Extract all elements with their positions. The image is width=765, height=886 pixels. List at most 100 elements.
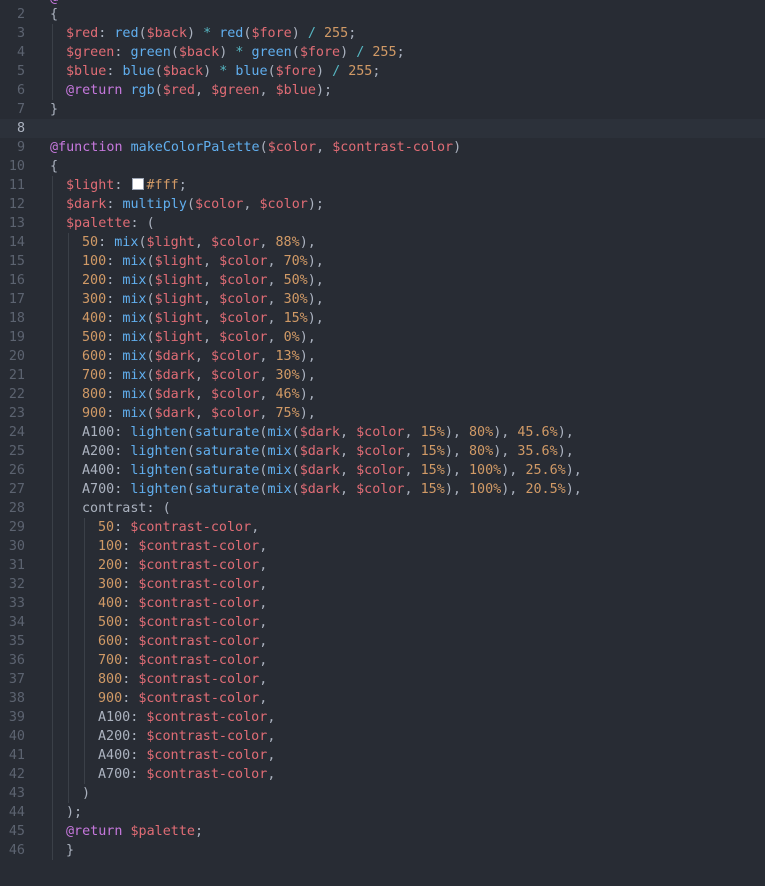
code-text[interactable]: @return rgb($red, $green, $blue); [66, 81, 332, 100]
code-line[interactable]: 37 800: $contrast-color, [0, 670, 765, 689]
code-token: 400 [82, 311, 107, 326]
code-line[interactable]: 28 contrast: ( [0, 499, 765, 518]
code-line[interactable]: 2{ [0, 5, 765, 24]
line-number: 33 [8, 596, 25, 611]
code-text[interactable]: 50: mix($light, $color, 88%), [82, 233, 316, 252]
code-text[interactable]: 500: mix($light, $color, 0%), [82, 328, 316, 347]
code-text[interactable]: @return $palette; [66, 822, 203, 841]
code-line[interactable]: 6 @return rgb($red, $green, $blue); [0, 81, 765, 100]
code-text[interactable]: A200: $contrast-color, [98, 727, 275, 746]
code-text[interactable]: $blue: blue($back) * blue($fore) / 255; [66, 62, 380, 81]
code-text[interactable]: ); [66, 803, 82, 822]
code-line[interactable]: 20 600: mix($dark, $color, 13%), [0, 347, 765, 366]
code-text[interactable]: 50: $contrast-color, [98, 518, 259, 537]
code-text[interactable]: 800: $contrast-color, [98, 670, 267, 689]
code-line[interactable]: 33 400: $contrast-color, [0, 594, 765, 613]
code-text[interactable]: 700: $contrast-color, [98, 651, 267, 670]
code-text[interactable]: @function makeColorPalette($color, $cont… [50, 138, 461, 157]
code-text[interactable]: A100: $contrast-color, [98, 708, 275, 727]
code-line[interactable]: 9 @function makeColorPalette($color, $con… [0, 138, 765, 157]
code-text[interactable]: 300: $contrast-color, [98, 575, 267, 594]
code-line[interactable]: 34 500: $contrast-color, [0, 613, 765, 632]
code-text[interactable]: 300: mix($light, $color, 30%), [82, 290, 324, 309]
code-text[interactable]: 600: $contrast-color, [98, 632, 267, 651]
code-line[interactable]: 26 A400: lighten(saturate(mix($dark, $col… [0, 461, 765, 480]
code-line[interactable]: 3 $red: red($back) * red($fore) / 255; [0, 24, 765, 43]
code-line[interactable]: 43) [0, 784, 765, 803]
code-line[interactable]: 8 [0, 119, 765, 138]
code-line[interactable]: 11 $light: #fff; [0, 176, 765, 195]
code-text[interactable]: { [50, 5, 58, 24]
code-text[interactable]: { [50, 157, 58, 176]
code-token: $color [211, 387, 260, 402]
code-line[interactable]: 27 A700: lighten(saturate(mix($dark, $col… [0, 480, 765, 499]
code-token: $contrast-color [146, 767, 268, 782]
code-line[interactable]: 44); [0, 803, 765, 822]
code-line[interactable]: 39 A100: $contrast-color, [0, 708, 765, 727]
code-line[interactable]: 10 { [0, 157, 765, 176]
code-lines[interactable]: 2{3 $red: red($back) * red($fore) / 255; 4… [0, 5, 765, 860]
code-line[interactable]: 7} [0, 100, 765, 119]
code-line[interactable]: 46} [0, 841, 765, 860]
code-line[interactable]: 30 100: $contrast-color, [0, 537, 765, 556]
code-line[interactable]: 35 600: $contrast-color, [0, 632, 765, 651]
code-line[interactable]: 36 700: $contrast-color, [0, 651, 765, 670]
code-line[interactable]: 25 A200: lighten(saturate(mix($dark, $col… [0, 442, 765, 461]
code-text[interactable]: 200: $contrast-color, [98, 556, 267, 575]
code-editor[interactable]: @ 2{3$red: red($back) * red($fore) / 255… [0, 0, 765, 886]
code-text[interactable]: } [50, 100, 58, 119]
code-line[interactable]: 45 @return $palette; [0, 822, 765, 841]
color-swatch-icon[interactable] [131, 178, 144, 190]
code-line[interactable]: 19 500: mix($light, $color, 0%), [0, 328, 765, 347]
code-line[interactable]: 12 $dark: multiply($color, $color); [0, 195, 765, 214]
code-text[interactable]: A100: lighten(saturate(mix($dark, $color… [82, 423, 574, 442]
code-line[interactable]: 13 $palette: ( [0, 214, 765, 233]
code-line[interactable]: 17 300: mix($light, $color, 30%), [0, 290, 765, 309]
code-text[interactable]: 200: mix($light, $color, 50%), [82, 271, 324, 290]
code-text[interactable]: contrast: ( [82, 499, 171, 518]
code-line[interactable]: 21 700: mix($dark, $color, 30%), [0, 366, 765, 385]
code-line[interactable]: 29 50: $contrast-color, [0, 518, 765, 537]
code-line[interactable]: 15 100: mix($light, $color, 70%), [0, 252, 765, 271]
code-line[interactable]: 41 A400: $contrast-color, [0, 746, 765, 765]
code-line[interactable]: 24 A100: lighten(saturate(mix($dark, $col… [0, 423, 765, 442]
code-line[interactable]: 40 A200: $contrast-color, [0, 727, 765, 746]
code-text[interactable]: } [66, 841, 74, 860]
code-token: ( [170, 45, 179, 60]
code-line[interactable]: 31 200: $contrast-color, [0, 556, 765, 575]
code-token: 700 [98, 653, 123, 668]
code-text[interactable]: $red: red($back) * red($fore) / 255; [66, 24, 356, 43]
code-text[interactable]: 400: $contrast-color, [98, 594, 267, 613]
code-text[interactable]: 800: mix($dark, $color, 46%), [82, 385, 316, 404]
code-text[interactable]: A700: lighten(saturate(mix($dark, $color… [82, 480, 582, 499]
code-text[interactable]: 600: mix($dark, $color, 13%), [82, 347, 316, 366]
code-line[interactable]: 32 300: $contrast-color, [0, 575, 765, 594]
code-line[interactable]: 18 400: mix($light, $color, 15%), [0, 309, 765, 328]
code-text[interactable]: 500: $contrast-color, [98, 613, 267, 632]
code-line[interactable]: 38 900: $contrast-color, [0, 689, 765, 708]
code-line[interactable]: 16 200: mix($light, $color, 50%), [0, 271, 765, 290]
indent-guide [68, 385, 69, 404]
code-token: 45.6% [517, 425, 558, 440]
code-line[interactable]: 5 $blue: blue($back) * blue($fore) / 255; [0, 62, 765, 81]
code-text[interactable]: $dark: multiply($color, $color); [66, 195, 324, 214]
code-text[interactable]: $green: green($back) * green($fore) / 25… [66, 43, 405, 62]
code-line[interactable]: 22 800: mix($dark, $color, 46%), [0, 385, 765, 404]
code-text[interactable]: A200: lighten(saturate(mix($dark, $color… [82, 442, 574, 461]
code-text[interactable]: 400: mix($light, $color, 15%), [82, 309, 324, 328]
code-text[interactable]: ) [82, 784, 90, 803]
code-text[interactable]: 100: $contrast-color, [98, 537, 267, 556]
code-line[interactable]: 42 A700: $contrast-color, [0, 765, 765, 784]
code-text[interactable]: 700: mix($dark, $color, 30%), [82, 366, 316, 385]
code-text[interactable]: 900: mix($dark, $color, 75%), [82, 404, 316, 423]
code-line[interactable]: 4 $green: green($back) * green($fore) / 2… [0, 43, 765, 62]
code-line[interactable]: 23 900: mix($dark, $color, 75%), [0, 404, 765, 423]
code-text[interactable]: 900: $contrast-color, [98, 689, 267, 708]
code-line[interactable]: 14 50: mix($light, $color, 88%), [0, 233, 765, 252]
code-text[interactable]: $light: #fff; [66, 176, 187, 195]
code-text[interactable]: 100: mix($light, $color, 70%), [82, 252, 324, 271]
code-text[interactable]: A700: $contrast-color, [98, 765, 275, 784]
code-text[interactable]: A400: $contrast-color, [98, 746, 275, 765]
code-text[interactable]: A400: lighten(saturate(mix($dark, $color… [82, 461, 582, 480]
code-text[interactable]: $palette: ( [66, 214, 155, 233]
